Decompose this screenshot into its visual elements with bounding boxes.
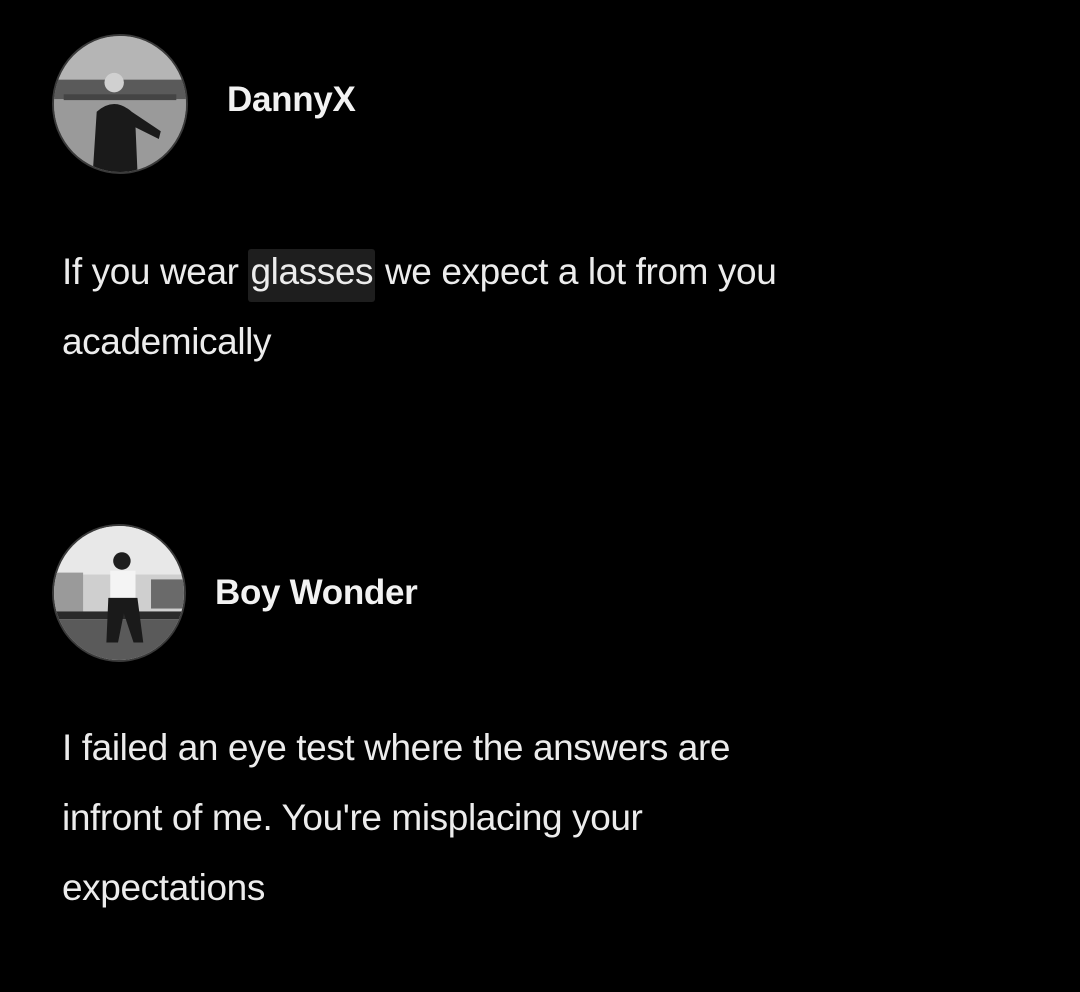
post-line: infront of me. You're misplacing your xyxy=(62,797,643,838)
text-segment: we expect a lot from you xyxy=(375,251,777,292)
username-dannyx[interactable]: DannyX xyxy=(227,80,356,120)
post-line: I failed an eye test where the answers a… xyxy=(62,727,731,768)
post-text-dannyx: If you wear glasses we expect a lot from… xyxy=(62,237,1052,377)
profile-photo-icon xyxy=(54,36,186,172)
post-line: If you wear glasses we expect a lot from… xyxy=(62,237,1052,307)
post-text-boy-wonder: I failed an eye test where the answers a… xyxy=(62,713,1052,923)
username-boy-wonder[interactable]: Boy Wonder xyxy=(215,573,418,613)
avatar-dannyx[interactable] xyxy=(52,34,188,174)
avatar-boy-wonder[interactable] xyxy=(52,524,186,662)
text-segment: If you wear xyxy=(62,251,249,292)
post-line: academically xyxy=(62,321,272,362)
post-line: expectations xyxy=(62,867,265,908)
highlighted-word: glasses xyxy=(248,249,376,302)
profile-photo-icon xyxy=(54,526,184,660)
